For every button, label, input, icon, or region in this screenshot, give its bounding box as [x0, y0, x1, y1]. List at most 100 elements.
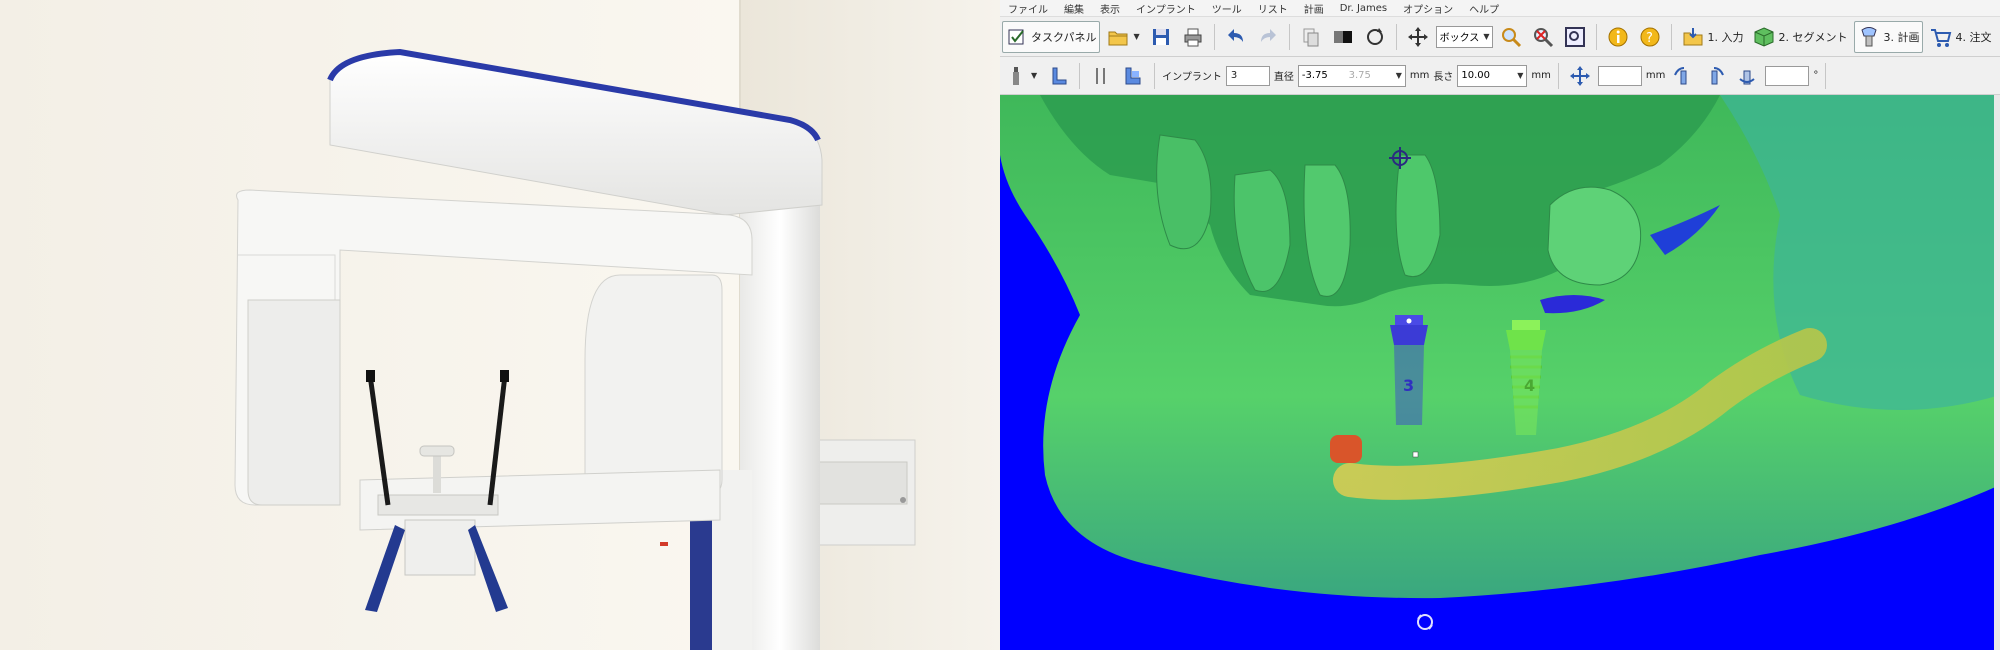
menu-list[interactable]: リスト: [1250, 1, 1296, 16]
degree-symbol: °: [1813, 70, 1819, 81]
step3-label: 3. 計画: [1883, 30, 1920, 44]
pan-button[interactable]: [1404, 22, 1432, 52]
folder-import-icon: [1682, 26, 1704, 48]
save-button[interactable]: [1147, 22, 1175, 52]
implant-abutment-button[interactable]: [1119, 61, 1147, 91]
marker-point: [1330, 435, 1362, 463]
menu-options[interactable]: オプション: [1395, 1, 1461, 16]
implant-4-number: 4: [1524, 376, 1535, 395]
chevron-down-icon: ▼: [1133, 32, 1140, 41]
rotate-button[interactable]: [1361, 22, 1389, 52]
menu-user[interactable]: Dr. James: [1332, 3, 1395, 14]
implant-3-number: 3: [1403, 376, 1414, 395]
vertical-scrollbar[interactable]: [1994, 95, 2000, 650]
open-button[interactable]: ▼: [1104, 22, 1142, 52]
menu-help[interactable]: ヘルプ: [1461, 1, 1507, 16]
length-value: 10.00: [1461, 70, 1490, 81]
rotate-icon: [1364, 26, 1386, 48]
zoom-button[interactable]: [1497, 22, 1525, 52]
task-panel-label: タスクパネル: [1031, 30, 1097, 44]
length-label: 長さ: [1433, 72, 1454, 83]
diameter-select[interactable]: -3.75 3.75 ▼: [1297, 64, 1406, 87]
toolbar-separator: [1154, 62, 1156, 89]
abutment-button[interactable]: [1044, 61, 1072, 91]
undo-button[interactable]: [1222, 22, 1250, 52]
implant-abutment-icon: [1122, 65, 1144, 87]
view-mode-select[interactable]: ボックス ▼: [1435, 25, 1494, 48]
length-unit: mm: [1531, 70, 1551, 81]
fit-view-button[interactable]: [1561, 22, 1589, 52]
angle-field[interactable]: [1765, 65, 1810, 86]
redo-button[interactable]: [1254, 22, 1282, 52]
chevron-down-icon: ▼: [1483, 32, 1490, 41]
save-icon: [1150, 26, 1172, 48]
svg-text:?: ?: [1646, 31, 1653, 46]
help-button[interactable]: ?: [1636, 22, 1664, 52]
step2-label: 2. セグメント: [1778, 30, 1848, 44]
menu-file[interactable]: ファイル: [1000, 1, 1056, 16]
fit-window-icon: [1564, 26, 1586, 48]
tooth-root: [1156, 134, 1212, 250]
tooth-root: [1395, 154, 1441, 277]
implant-toolbar: ▼ インプラント 3 直径 -3.75 3.75 ▼ mm 長さ 10.00 ▼…: [1000, 57, 2000, 95]
copy-icon: [1300, 26, 1322, 48]
print-button[interactable]: [1179, 22, 1207, 52]
length-select[interactable]: 10.00 ▼: [1457, 64, 1528, 87]
menu-view[interactable]: 表示: [1092, 1, 1128, 16]
menu-edit[interactable]: 編集: [1056, 1, 1092, 16]
toolbar-separator: [1825, 62, 1827, 89]
move-arrows-icon: [1407, 26, 1429, 48]
toolbar-separator: [1557, 62, 1559, 89]
task-panel-button[interactable]: タスクパネル: [1002, 20, 1101, 53]
info-button[interactable]: [1604, 22, 1632, 52]
step2-segment-button[interactable]: 2. セグメント: [1750, 22, 1850, 52]
tilt-right-button[interactable]: [1701, 61, 1729, 91]
printer-icon: [1182, 26, 1204, 48]
undo-icon: [1225, 26, 1247, 48]
diameter-value: -3.75: [1301, 70, 1328, 81]
zoom-cancel-icon: [1532, 26, 1554, 48]
molar-tooth: [1547, 186, 1642, 286]
magnifier-icon: [1500, 26, 1522, 48]
copy-button[interactable]: [1297, 22, 1325, 52]
contrast-button[interactable]: [1329, 22, 1357, 52]
tilt-left-button[interactable]: [1669, 61, 1697, 91]
step3-plan-button[interactable]: 3. 計画: [1854, 20, 1924, 53]
toolbar-separator: [1079, 62, 1081, 89]
implant-tool-button[interactable]: ▼: [1002, 61, 1040, 91]
implant-number-field[interactable]: 3: [1225, 65, 1270, 86]
open-folder-icon: [1107, 26, 1129, 48]
help-icon: ?: [1639, 26, 1661, 48]
shopping-cart-icon: [1930, 26, 1952, 48]
move-implant-button[interactable]: [1566, 61, 1594, 91]
view-mode-value: ボックス: [1439, 33, 1480, 44]
info-icon: [1607, 26, 1629, 48]
step1-input-button[interactable]: 1. 入力: [1679, 22, 1746, 52]
parallel-lines-icon: [1090, 65, 1112, 87]
step4-label: 4. 注文: [1955, 30, 1992, 44]
rotate-implant-button[interactable]: [1733, 61, 1761, 91]
zoom-reset-button[interactable]: [1529, 22, 1557, 52]
tilt-right-icon: [1704, 65, 1726, 87]
implant-number-value: 3: [1230, 70, 1238, 81]
xray-machine-photo: [0, 0, 1000, 650]
toolbar-separator: [1288, 23, 1290, 50]
3d-jaw-viewport[interactable]: 3 4: [1000, 95, 2000, 650]
step4-order-button[interactable]: 4. 注文: [1927, 22, 1994, 52]
tilt-left-icon: [1672, 65, 1694, 87]
diameter-label: 直径: [1273, 72, 1294, 83]
menu-tools[interactable]: ツール: [1204, 1, 1250, 16]
chevron-down-icon: ▼: [1517, 71, 1524, 80]
offset-field[interactable]: [1597, 65, 1642, 86]
chevron-down-icon: ▼: [1031, 71, 1038, 80]
toolbar-separator: [1671, 23, 1673, 50]
parallel-button[interactable]: [1087, 61, 1115, 91]
implant-plan-icon: [1858, 26, 1880, 48]
reference-point: [1412, 451, 1419, 458]
menu-plan[interactable]: 計画: [1296, 1, 1332, 16]
menu-implant[interactable]: インプラント: [1128, 1, 1204, 16]
abutment-icon: [1047, 65, 1069, 87]
implant-screw-icon: [1005, 65, 1027, 87]
toolbar-separator: [1395, 23, 1397, 50]
step1-label: 1. 入力: [1707, 30, 1744, 44]
